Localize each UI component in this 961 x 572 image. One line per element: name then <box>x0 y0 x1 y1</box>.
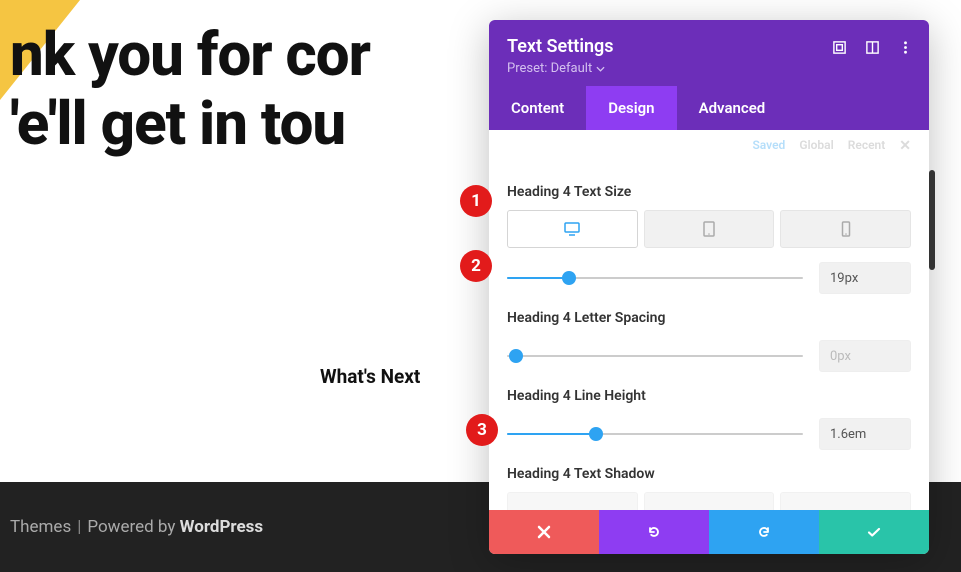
shadow-option-2[interactable] <box>644 492 775 510</box>
device-phone-button[interactable] <box>780 210 911 248</box>
scrollbar[interactable] <box>929 170 935 270</box>
undo-icon <box>646 524 662 540</box>
annotation-marker-3: 3 <box>466 414 498 446</box>
footer-themes-text: Themes <box>10 517 71 537</box>
redo-button[interactable] <box>709 510 819 554</box>
letter-spacing-slider-row: 0px <box>507 340 911 372</box>
cancel-button[interactable] <box>489 510 599 554</box>
option-label-letter-spacing: Heading 4 Letter Spacing <box>507 310 911 326</box>
letter-spacing-value-input[interactable]: 0px <box>819 340 911 372</box>
desktop-icon <box>564 221 580 237</box>
annotation-marker-2: 2 <box>460 250 492 282</box>
panel-footer <box>489 510 929 554</box>
footer-powered-text: Powered by <box>87 517 175 537</box>
footer-wordpress-link[interactable]: WordPress <box>180 517 264 537</box>
shadow-option-3[interactable] <box>780 492 911 510</box>
text-size-slider[interactable] <box>507 270 803 286</box>
phone-icon <box>838 221 854 237</box>
device-tablet-button[interactable] <box>644 210 775 248</box>
panel-body: Saved Global Recent ✕ Heading 4 Text Siz… <box>489 130 929 510</box>
panel-header: Text Settings Preset: Default <box>489 20 929 86</box>
tab-content[interactable]: Content <box>489 86 586 130</box>
line-height-slider-row: 1.6em <box>507 418 911 450</box>
preset-filter-row: Saved Global Recent ✕ <box>507 130 911 168</box>
device-desktop-button[interactable] <box>507 210 638 248</box>
redo-icon <box>756 524 772 540</box>
page-headline: nk you for cor 'e'll get in tou <box>10 20 370 158</box>
filter-global[interactable]: Global <box>799 138 833 154</box>
check-icon <box>866 524 882 540</box>
save-button[interactable] <box>819 510 929 554</box>
tablet-icon <box>701 221 717 237</box>
filter-saved[interactable]: Saved <box>752 138 785 154</box>
preset-selector[interactable]: Preset: Default <box>507 61 605 76</box>
option-label-text-shadow: Heading 4 Text Shadow <box>507 466 911 482</box>
text-size-slider-row: 19px <box>507 262 911 294</box>
filter-recent[interactable]: Recent <box>848 138 886 154</box>
option-label-line-height: Heading 4 Line Height <box>507 388 911 404</box>
layout-icon[interactable] <box>865 40 880 59</box>
option-label-text-size: Heading 4 Text Size <box>507 184 911 200</box>
more-menu-icon[interactable] <box>898 40 913 59</box>
annotation-marker-1: 1 <box>460 185 492 217</box>
close-filter-icon[interactable]: ✕ <box>899 138 911 154</box>
line-height-value-input[interactable]: 1.6em <box>819 418 911 450</box>
chevron-down-icon <box>596 66 605 72</box>
line-height-slider[interactable] <box>507 426 803 442</box>
letter-spacing-slider[interactable] <box>507 348 803 364</box>
expand-icon[interactable] <box>832 40 847 59</box>
footer-divider: | <box>77 517 81 537</box>
whats-next-heading: What's Next <box>320 365 420 388</box>
shadow-option-1[interactable] <box>507 492 638 510</box>
tab-bar: Content Design Advanced <box>489 86 929 130</box>
responsive-device-toggle <box>507 210 911 248</box>
settings-panel: Text Settings Preset: Default Content De… <box>489 20 929 554</box>
tab-design[interactable]: Design <box>586 86 676 130</box>
text-shadow-options <box>507 492 911 510</box>
undo-button[interactable] <box>599 510 709 554</box>
tab-advanced[interactable]: Advanced <box>677 86 788 130</box>
text-size-value-input[interactable]: 19px <box>819 262 911 294</box>
close-icon <box>536 524 552 540</box>
